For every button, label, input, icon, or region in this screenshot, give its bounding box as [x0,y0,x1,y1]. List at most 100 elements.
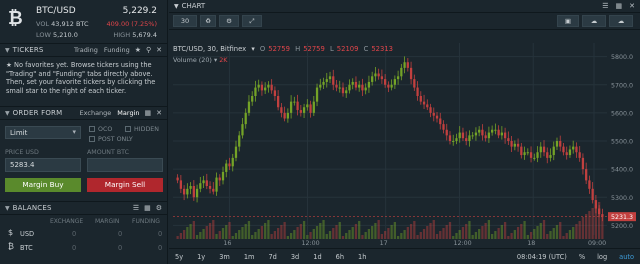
tab-margin[interactable]: Margin [117,109,139,117]
order-form-body: Limit OCO HIDDEN POST ONLY PRICE USD AMO… [0,120,167,202]
price-input[interactable]: 5283.4 [5,158,81,172]
interval-select[interactable]: 30 [173,15,197,27]
star-icon[interactable]: ★ [135,46,141,54]
percent-toggle[interactable]: % [579,253,585,261]
candle-body [345,90,348,94]
tab-exchange[interactable]: Exchange [80,109,112,117]
cloud-save-icon[interactable]: ☁ [609,15,633,27]
collapse-chevron-icon[interactable]: ▼ [5,205,10,212]
collapse-chevron-icon[interactable]: ▼ [5,110,10,117]
bitcoin-icon: ₿ [8,242,14,251]
tab-funding[interactable]: Funding [104,46,130,54]
candlestick-chart[interactable]: 5800.0 5700.0 5600.0 5500.0 5400.0 5300.0 5200… [169,31,640,248]
candle-body [390,84,393,88]
range-1d[interactable]: 1d [313,253,321,261]
list-icon[interactable]: ☰ [602,2,608,10]
margin-buy-button[interactable]: Margin Buy [5,178,81,192]
oco-checkbox[interactable]: OCO [89,126,112,133]
volume-bar [380,234,384,239]
amount-input[interactable] [87,158,163,172]
volume-bar [445,225,448,239]
settings-icon[interactable]: ⚙ [219,15,239,27]
volume-legend: Volume (20) ▾ 2K [173,56,228,64]
volume-bar [302,221,306,239]
candle-body [238,135,241,147]
search-icon[interactable]: ⚲ [146,46,151,54]
close-icon[interactable]: ✕ [629,2,635,10]
volume-bar [189,224,192,239]
candle-body [182,188,186,195]
candle-body [254,87,257,96]
volume-bar [435,234,439,239]
order-type-select[interactable]: Limit [5,126,81,139]
range-1h[interactable]: 1h [358,253,366,261]
grid-view-icon[interactable]: ▦ [144,204,151,212]
candle-body [572,146,575,150]
volume-bar [478,229,481,239]
chart-canvas[interactable]: 5800.0 5700.0 5600.0 5500.0 5400.0 5300.0 5200… [169,31,640,248]
ticker-pair: BTC/USD [36,6,76,16]
calculator-icon[interactable]: ▦ [145,109,152,117]
range-6h[interactable]: 6h [336,253,344,261]
volume-dropdown-icon[interactable]: ▾ [214,56,217,64]
margin-sell-button[interactable]: Margin Sell [87,178,163,192]
volume-bar [371,226,374,239]
fullscreen-icon[interactable]: ⤢ [242,15,262,27]
candle-body [341,87,345,94]
volume-bar [374,223,377,239]
legend-dropdown-icon[interactable]: ▾ [251,45,254,53]
candle-body [396,76,400,80]
collapse-chevron-icon[interactable]: ▼ [5,47,10,54]
auto-toggle[interactable]: auto [619,253,634,261]
col-margin: MARGIN [95,218,120,225]
candle-body [465,138,468,141]
candle-body [507,138,510,141]
range-1y[interactable]: 1y [197,253,205,261]
hidden-checkbox[interactable]: HIDDEN [125,126,159,133]
log-toggle[interactable]: log [597,253,607,261]
range-7d[interactable]: 7d [268,253,276,261]
range-1m[interactable]: 1m [244,253,255,261]
volume-bar [471,235,474,239]
range-5y[interactable]: 5y [175,253,183,261]
candle-body [267,84,270,88]
candle-body [549,155,552,158]
candle-body [322,81,325,85]
exchange-balance: 0 [72,244,77,252]
range-3m[interactable]: 3m [219,253,230,261]
margin-balance: 0 [118,230,123,238]
settings-icon[interactable]: ⚙ [156,204,162,212]
candle-body [218,177,221,181]
x-tick-label: 12:00 [302,240,320,247]
candle-body [299,110,302,113]
volume-bar [461,227,465,239]
balance-row: ₿ BTC 0 0 0 [0,242,168,254]
candle-body [555,141,559,147]
volume-bar [361,235,364,239]
candle-body [367,81,371,88]
cloud-load-icon[interactable]: ☁ [582,15,606,27]
candle-body [435,115,439,119]
volume-bar [286,236,289,239]
post-only-checkbox[interactable]: POST ONLY [89,136,133,143]
camera-icon[interactable]: ▣ [557,15,579,27]
chart-type-icon[interactable]: ▦ [616,2,623,10]
close-icon[interactable]: ✕ [156,109,162,117]
candle-body [348,84,351,91]
chart-header: ▼ CHART ☰ ▦ ✕ [169,0,640,13]
x-tick-label: 09:00 [588,240,606,247]
col-exchange: EXCHANGE [50,218,84,225]
close-icon[interactable]: ✕ [156,46,162,54]
balance-row: $ USD 0 0 0 [0,228,168,240]
range-3d[interactable]: 3d [291,253,299,261]
tab-trading[interactable]: Trading [74,46,98,54]
volume-bar [474,232,478,239]
indicators-icon[interactable]: ♻ [200,15,216,27]
list-view-icon[interactable]: ☰ [133,204,139,212]
collapse-chevron-icon[interactable]: ▼ [174,3,179,10]
volume-bar [575,224,578,239]
candle-body [510,141,513,147]
col-funding: FUNDING [132,218,160,225]
volume-bar [273,231,277,239]
amount-label: AMOUNT BTC [87,149,130,156]
